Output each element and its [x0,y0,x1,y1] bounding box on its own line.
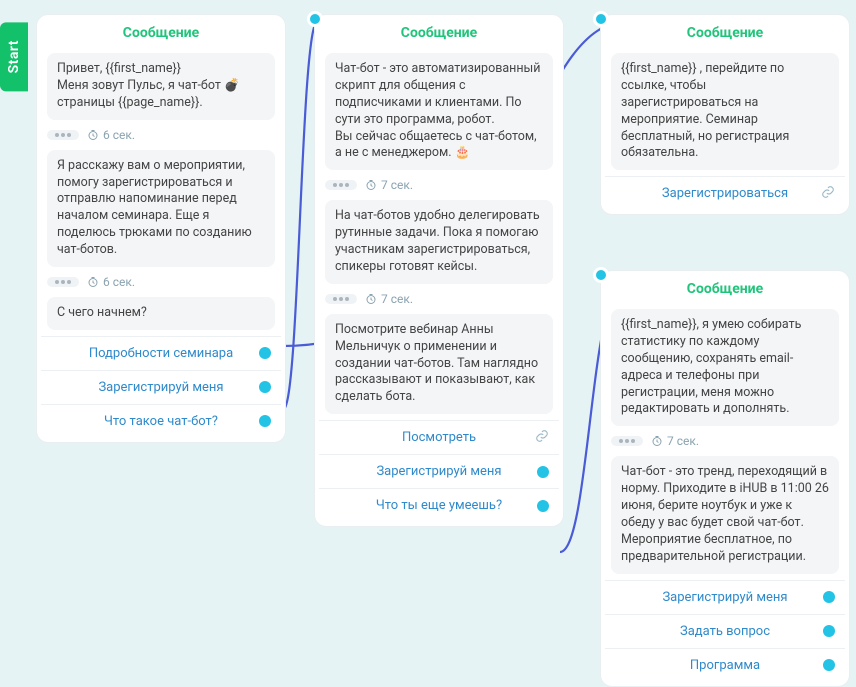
clock-icon: 6 сек. [87,275,135,289]
choice-button[interactable]: Зарегистрируй меня [605,580,845,614]
port-out-icon[interactable] [537,500,549,512]
choice-button[interactable]: Зарегистрируй меня [319,454,559,488]
card-title: Сообщение [601,21,849,49]
message-block: Чат-бот - это тренд, переходящий в норму… [611,456,839,573]
typing-icon [47,277,79,287]
port-in-icon[interactable] [593,11,609,27]
choice-button[interactable]: Подробности семинара [41,336,281,370]
choice-button[interactable]: Задать вопрос [605,614,845,648]
delay-row: 7 сек. [315,290,563,310]
choice-button[interactable]: Что ты еще умеешь? [319,488,559,522]
message-block: Чат-бот - это автоматизированный скрипт … [325,53,553,170]
clock-icon: 7 сек. [365,178,413,192]
message-block: С чего начнем? [47,297,275,330]
delay-row: 7 сек. [315,176,563,196]
port-out-icon[interactable] [259,381,271,393]
typing-icon [47,130,79,140]
choice-link-button[interactable]: Зарегистрироваться [605,176,845,210]
choice-button[interactable]: Программа [605,648,845,682]
message-card-0[interactable]: Сообщение Привет, {{first_name}} Меня зо… [36,14,286,443]
message-card-3[interactable]: Сообщение {{first_name}}, я умею собират… [600,270,850,687]
delay-row: 6 сек. [37,273,285,293]
port-in-icon[interactable] [307,11,323,27]
port-out-icon[interactable] [259,347,271,359]
message-block: Я расскажу вам о мероприятии, помогу зар… [47,150,275,267]
start-tab[interactable]: Start [0,22,28,91]
port-out-icon[interactable] [823,591,835,603]
card-title: Сообщение [601,277,849,305]
typing-icon [611,436,643,446]
clock-icon: 7 сек. [365,292,413,306]
clock-icon: 6 сек. [87,128,135,142]
message-block: На чат-ботов удобно делегировать рутинны… [325,200,553,284]
message-card-1[interactable]: Сообщение Чат-бот - это автоматизированн… [314,14,564,527]
typing-icon [325,294,357,304]
port-out-icon[interactable] [537,466,549,478]
typing-icon [325,180,357,190]
message-block: {{first_name}}, я умею собирать статисти… [611,309,839,426]
delay-row: 6 сек. [37,126,285,146]
choice-button[interactable]: Зарегистрируй меня [41,370,281,404]
port-out-icon[interactable] [823,659,835,671]
link-icon [821,185,835,203]
message-block: {{first_name}} , перейдите по ссылке, чт… [611,53,839,170]
port-out-icon[interactable] [823,625,835,637]
card-title: Сообщение [37,21,285,49]
link-icon [535,429,549,447]
message-block: Посмотрите вебинар Анны Мельничук о прим… [325,314,553,414]
message-card-2[interactable]: Сообщение {{first_name}} , перейдите по … [600,14,850,215]
message-block: Привет, {{first_name}} Меня зовут Пульс,… [47,53,275,120]
choice-button[interactable]: Что такое чат-бот? [41,404,281,438]
port-out-icon[interactable] [259,415,271,427]
clock-icon: 7 сек. [651,434,699,448]
card-title: Сообщение [315,21,563,49]
delay-row: 7 сек. [601,432,849,452]
choice-link-button[interactable]: Посмотреть [319,420,559,454]
port-in-icon[interactable] [593,267,609,283]
